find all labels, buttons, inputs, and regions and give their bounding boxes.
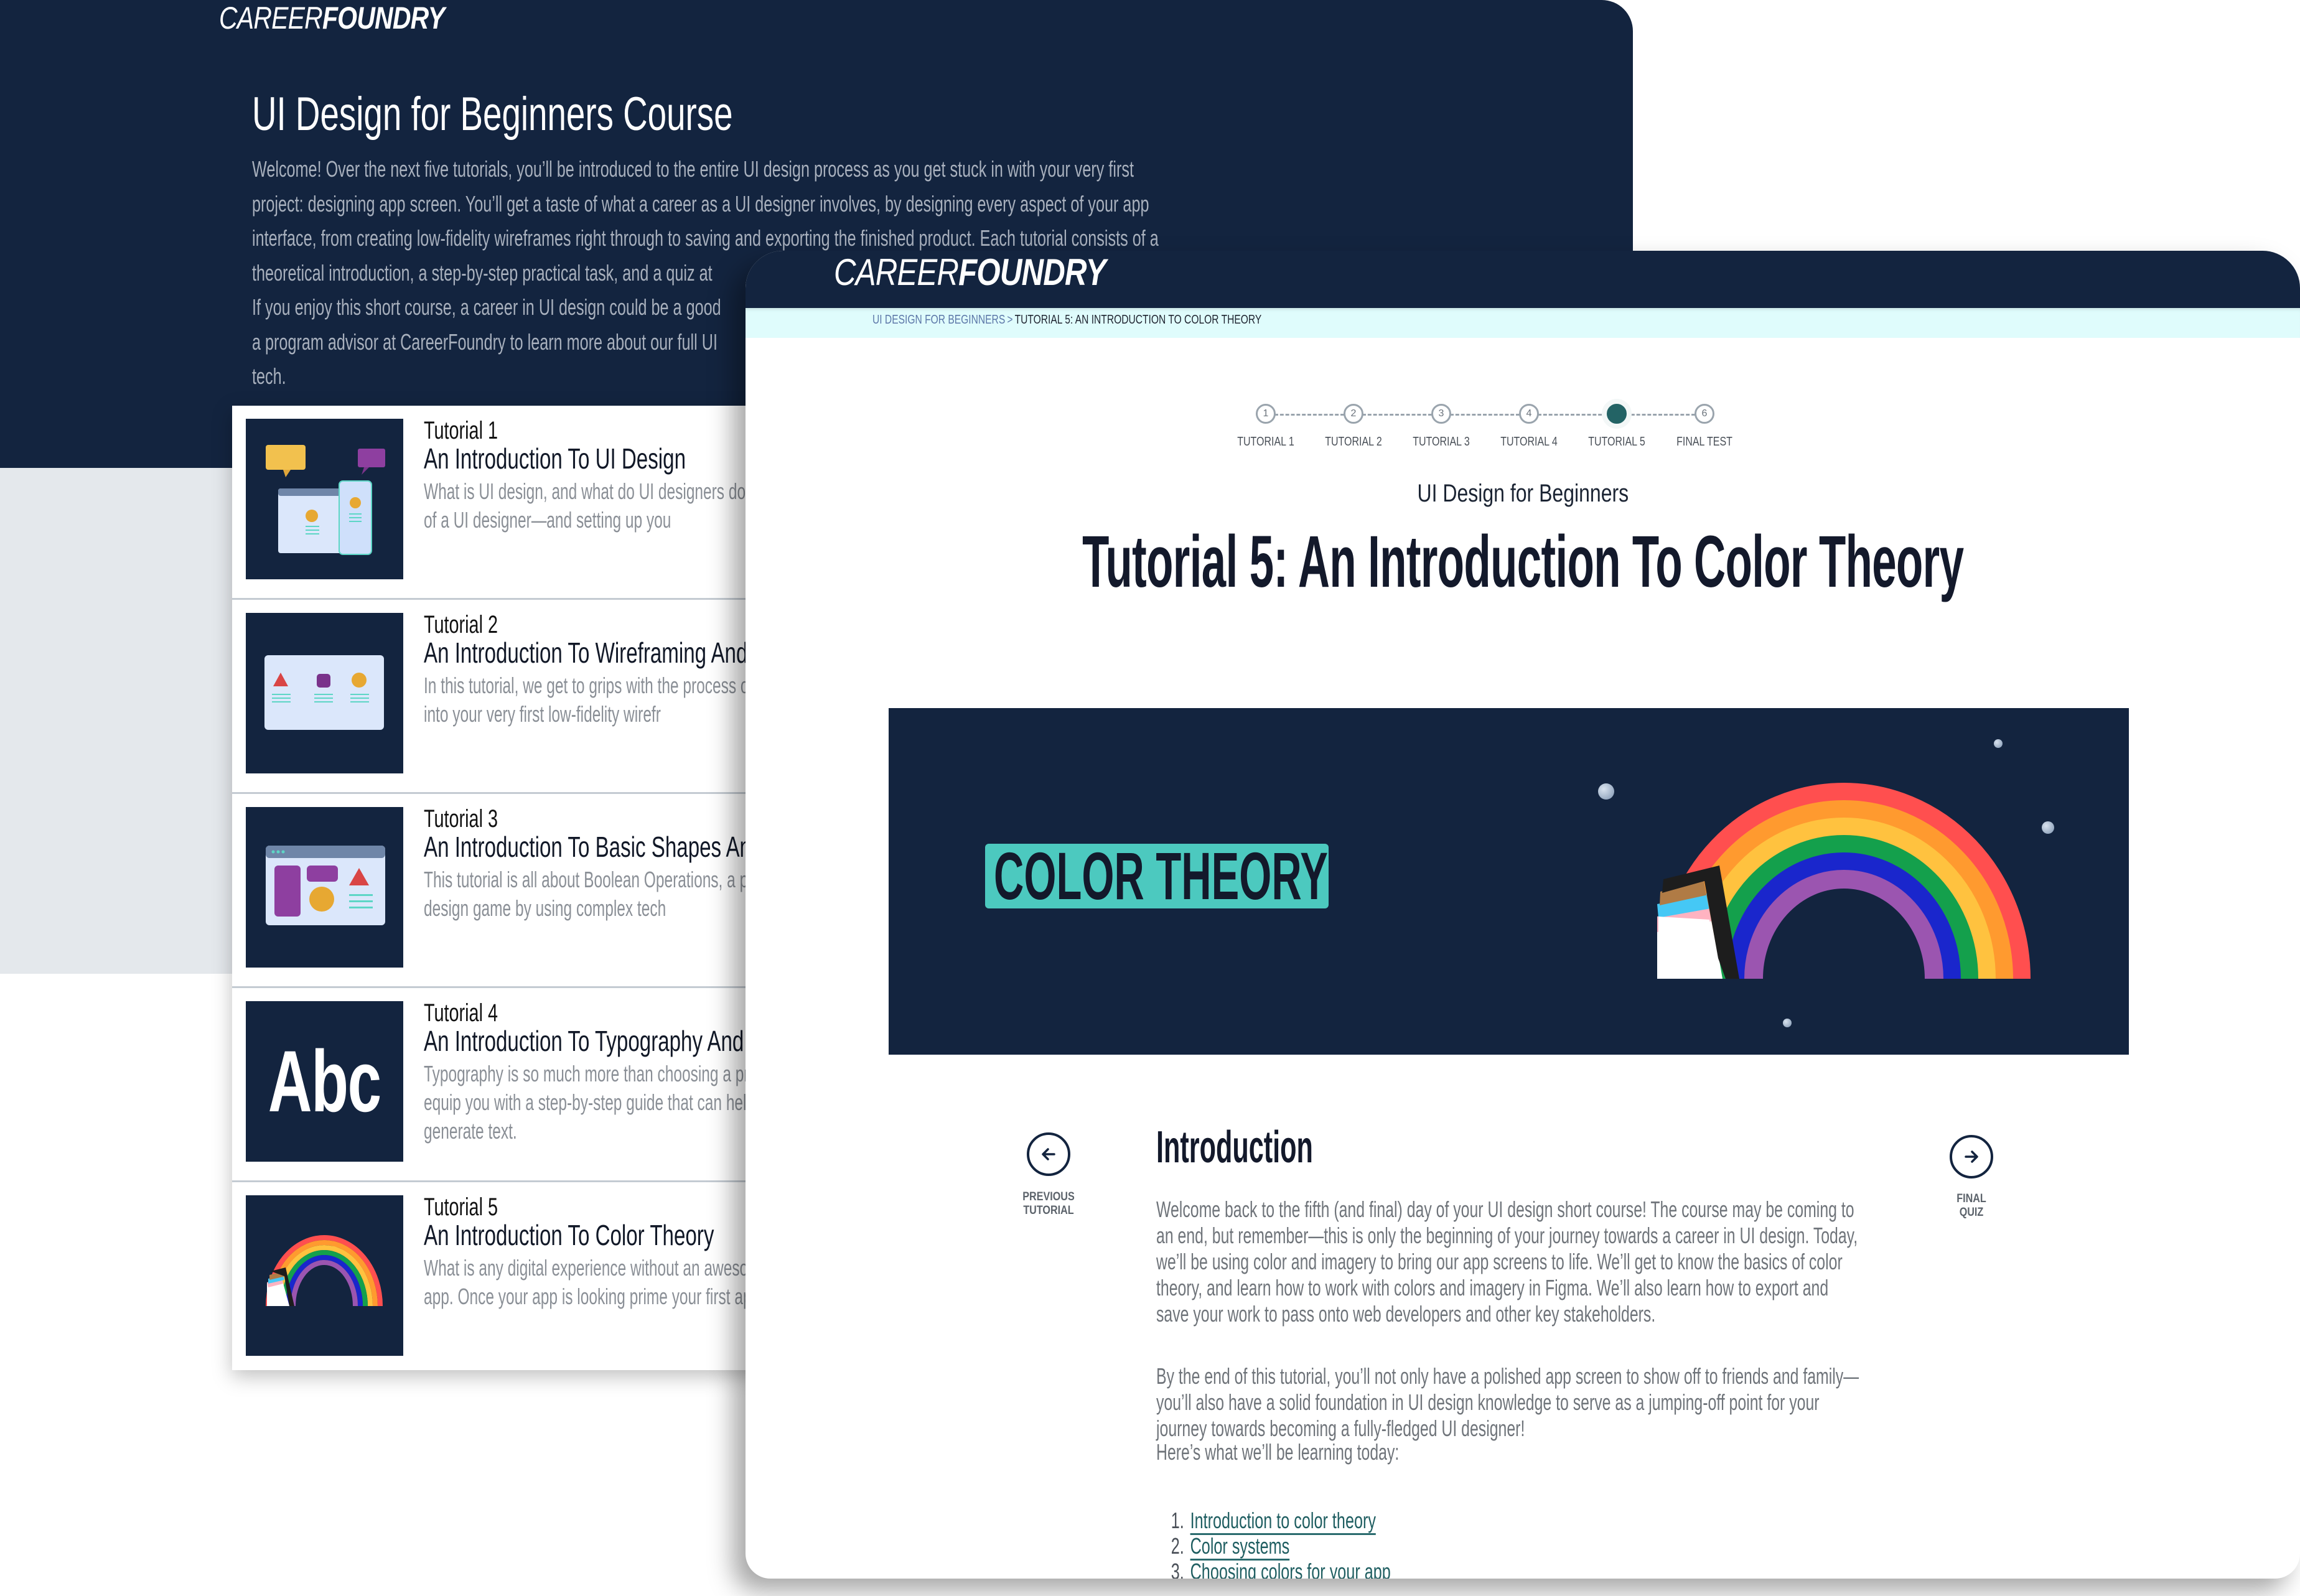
- logo-light-text: CAREER: [834, 251, 959, 293]
- wireframe-illustration-icon: [246, 613, 403, 773]
- step-2[interactable]: 2: [1344, 404, 1363, 424]
- previous-label-line: TUTORIAL: [1023, 1204, 1074, 1217]
- arrow-right-icon: [1965, 1150, 1978, 1163]
- tutorial-number: Tutorial 3: [424, 805, 498, 833]
- step-label: FINAL TEST: [1676, 435, 1732, 449]
- breadcrumb-separator: >: [1007, 313, 1013, 327]
- logo-bold-text: FOUNDRY: [322, 1, 445, 35]
- breadcrumb-current: TUTORIAL 5: AN INTRODUCTION TO COLOR THE…: [1014, 313, 1262, 327]
- tutorial-title[interactable]: An Introduction To Basic Shapes And Di: [424, 830, 788, 864]
- stepper-connector: [1625, 414, 1695, 416]
- step-1[interactable]: 1: [1256, 404, 1276, 424]
- learning-list-item: Color systems: [1189, 1533, 1581, 1561]
- tutorial-number: Tutorial 2: [424, 611, 498, 638]
- course-subtitle: UI Design for Beginners: [746, 480, 2300, 508]
- rainbow-icon: [1657, 783, 2031, 979]
- final-quiz-label-line: FINAL: [1956, 1192, 1986, 1205]
- learning-list-item: Choosing colors for your app: [1189, 1559, 1581, 1579]
- intro-paragraph-1: Welcome back to the fifth (and final) da…: [1156, 1197, 1858, 1327]
- step-label: TUTORIAL 2: [1325, 435, 1382, 449]
- learning-link-choosing-colors[interactable]: Choosing colors for your app: [1190, 1559, 1391, 1579]
- stepper-connector: [1362, 414, 1432, 416]
- step-label: TUTORIAL 5: [1588, 435, 1645, 449]
- hero-label-text: COLOR THEORY: [994, 844, 1328, 908]
- logo-light-text: CAREER: [219, 1, 323, 35]
- progress-stepper: 1 2 3 4 5 6 TUTORIAL 1 TUTORIAL 2 TUTORI…: [1237, 400, 1816, 450]
- introduction-heading: Introduction: [1156, 1122, 1313, 1172]
- final-quiz-label[interactable]: FINAL QUIZ: [1935, 1192, 2009, 1220]
- stepper-connector: [1274, 414, 1344, 416]
- stepper-connector: [1538, 414, 1607, 416]
- tutorial-title[interactable]: An Introduction To Color Theory: [424, 1218, 714, 1252]
- rainbow-illustration-icon: [246, 1195, 403, 1356]
- arrow-left-icon: [1042, 1148, 1055, 1160]
- hero-banner: COLOR THEORY: [889, 708, 2129, 1055]
- decorative-dot: [1783, 1019, 1792, 1027]
- step-3[interactable]: 3: [1431, 404, 1451, 424]
- previous-tutorial-button[interactable]: [1027, 1132, 1070, 1176]
- step-6[interactable]: 6: [1695, 404, 1714, 424]
- careerfoundry-logo[interactable]: CAREERFOUNDRY: [219, 0, 445, 36]
- step-label: TUTORIAL 1: [1237, 435, 1294, 449]
- ui-design-illustration-icon: [246, 419, 403, 579]
- tutorial-page-window: CAREERFOUNDRY UI DESIGN FOR BEGINNERS > TU…: [746, 251, 2300, 1579]
- intro-paragraph-2: By the end of this tutorial, you’ll not …: [1156, 1363, 1859, 1441]
- course-subtitle-text: UI Design for Beginners: [1417, 480, 1629, 507]
- tutorial-number: Tutorial 4: [424, 999, 498, 1027]
- stepper-connector: [1450, 414, 1520, 416]
- logo-bold-text: FOUNDRY: [958, 251, 1106, 293]
- decorative-dot: [1994, 739, 2003, 748]
- decorative-dot: [2042, 821, 2054, 834]
- page-title: Tutorial 5: An Introduction To Color The…: [746, 520, 2300, 604]
- breadcrumb: UI DESIGN FOR BEGINNERS > TUTORIAL 5: AN I…: [872, 313, 1261, 327]
- page-title-text: Tutorial 5: An Introduction To Color The…: [1082, 521, 1964, 603]
- abc-text: Abc: [268, 1032, 381, 1130]
- previous-tutorial-label[interactable]: PREVIOUS TUTORIAL: [1012, 1190, 1086, 1218]
- decorative-dot: [1598, 783, 1614, 800]
- step-label: TUTORIAL 4: [1500, 435, 1558, 449]
- learning-list-item: Introduction to color theory: [1189, 1508, 1581, 1535]
- breadcrumb-link-course[interactable]: UI DESIGN FOR BEGINNERS: [872, 313, 1005, 327]
- abc-typography-icon: Abc: [246, 1001, 403, 1162]
- hero-label: COLOR THEORY: [985, 844, 1329, 908]
- tutorial-title[interactable]: An Introduction To Wireframing And UI E: [424, 636, 793, 670]
- tutorial-number: Tutorial 5: [424, 1193, 498, 1221]
- course-title: UI Design for Beginners Course: [252, 88, 733, 141]
- learning-list: Introduction to color theory Color syste…: [1178, 1508, 1581, 1579]
- step-label: TUTORIAL 3: [1413, 435, 1470, 449]
- learning-link-color-theory[interactable]: Introduction to color theory: [1190, 1508, 1376, 1535]
- tutorial-title[interactable]: An Introduction To Typography And Type: [424, 1024, 794, 1058]
- previous-label-line: PREVIOUS: [1022, 1190, 1075, 1203]
- learning-link-color-systems[interactable]: Color systems: [1190, 1533, 1290, 1561]
- step-4[interactable]: 4: [1519, 404, 1539, 424]
- final-quiz-label-line: QUIZ: [1959, 1206, 1984, 1219]
- tutorial-title[interactable]: An Introduction To UI Design: [424, 442, 686, 475]
- final-quiz-button[interactable]: [1950, 1135, 1993, 1178]
- shapes-illustration-icon: [246, 807, 403, 968]
- intro-paragraph-3: Here’s what we’ll be learning today:: [1156, 1439, 1400, 1465]
- careerfoundry-logo[interactable]: CAREERFOUNDRY: [834, 251, 1106, 294]
- tutorial-number: Tutorial 1: [424, 417, 498, 444]
- step-5-active[interactable]: 5: [1607, 404, 1627, 424]
